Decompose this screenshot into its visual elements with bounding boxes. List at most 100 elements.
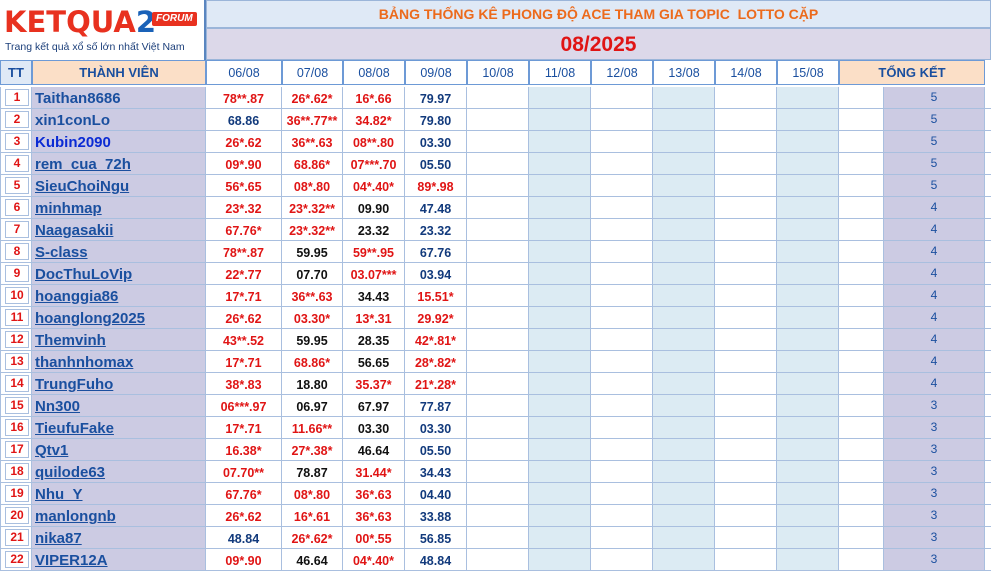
empty-cell [529,395,591,417]
empty-cell [529,373,591,395]
member-name-link[interactable]: DocThuLoVip [32,263,206,285]
result-cell: 56.65 [343,351,405,373]
total-spacer [839,417,884,439]
logo-wordmark: KETQUA2 [4,5,156,39]
table-row: 2 xin1conLo 68.86 36**.77** 34.82* 79.80 5 [0,109,991,131]
empty-cell [653,197,715,219]
row-number: 17 [5,441,29,458]
total-spacer [839,461,884,483]
row-tail [985,263,991,285]
row-number: 10 [5,287,29,304]
forum-badge: FORUM [152,12,197,26]
result-cell: 48.84 [405,549,467,571]
row-number-cell: 3 [0,131,32,153]
row-tail [985,109,991,131]
result-cell: 07***.70 [343,153,405,175]
empty-cell [467,351,529,373]
row-tail [985,285,991,307]
row-number-cell: 19 [0,483,32,505]
result-cell: 77.87 [405,395,467,417]
empty-cell [529,439,591,461]
result-cell: 03.94 [405,263,467,285]
total-count: 3 [884,549,985,571]
result-cell: 27*.38* [282,439,343,461]
total-spacer [839,219,884,241]
member-name-link[interactable]: manlongnb [32,505,206,527]
result-cell: 26*.62 [206,307,282,329]
table-row: 19 Nhu_Y 67.76* 08*.80 36*.63 04.40 3 [0,483,991,505]
result-cell: 05.50 [405,153,467,175]
empty-cell [653,241,715,263]
empty-cell [653,505,715,527]
empty-cell [777,549,839,571]
row-tail [985,373,991,395]
member-name-link[interactable]: minhmap [32,197,206,219]
member-name-link[interactable]: VIPER12A [32,549,206,571]
total-count: 3 [884,527,985,549]
member-name-link[interactable]: hoanggia86 [32,285,206,307]
row-number-cell: 14 [0,373,32,395]
row-tail [985,527,991,549]
empty-cell [777,373,839,395]
row-tail [985,549,991,571]
member-name-link[interactable]: Qtv1 [32,439,206,461]
row-number: 21 [5,529,29,546]
empty-cell [591,505,653,527]
member-name-link[interactable]: Nn300 [32,395,206,417]
empty-cell [529,417,591,439]
result-cell: 79.97 [405,87,467,109]
empty-cell [777,219,839,241]
member-name-link[interactable]: rem_cua_72h [32,153,206,175]
member-name-link[interactable]: thanhnhomax [32,351,206,373]
total-spacer [839,549,884,571]
empty-cell [529,285,591,307]
site-logo[interactable]: KETQUA2 FORUM Trang kết quả xổ số lớn nh… [0,0,206,60]
row-tail [985,153,991,175]
result-cell: 36*.63 [343,505,405,527]
total-count: 3 [884,417,985,439]
member-name-link[interactable]: xin1conLo [32,109,206,131]
member-name-link[interactable]: TrungFuho [32,373,206,395]
empty-cell [653,109,715,131]
header-date: 09/08 [405,60,467,85]
empty-cell [591,351,653,373]
result-cell: 67.97 [343,395,405,417]
member-name-link[interactable]: Kubin2090 [32,131,206,153]
logo-tagline: Trang kết quả xổ số lớn nhất Việt Nam [5,41,185,53]
member-name-link[interactable]: Nhu_Y [32,483,206,505]
result-cell: 89*.98 [405,175,467,197]
result-cell: 13*.31 [343,307,405,329]
empty-cell [467,131,529,153]
member-name-link[interactable]: hoanglong2025 [32,307,206,329]
member-name-link[interactable]: quilode63 [32,461,206,483]
member-name-link[interactable]: Themvinh [32,329,206,351]
member-name-link[interactable]: S-class [32,241,206,263]
result-cell: 28.35 [343,329,405,351]
member-name-link[interactable]: nika87 [32,527,206,549]
empty-cell [591,109,653,131]
member-name-link[interactable]: TieufuFake [32,417,206,439]
header-date: 10/08 [467,60,529,85]
empty-cell [467,153,529,175]
row-tail [985,439,991,461]
row-number: 14 [5,375,29,392]
empty-cell [467,483,529,505]
member-name-link[interactable]: SieuChoiNgu [32,175,206,197]
result-cell: 26*.62* [282,87,343,109]
empty-cell [715,87,777,109]
empty-cell [653,417,715,439]
header-date: 12/08 [591,60,653,85]
empty-cell [653,131,715,153]
row-number-cell: 12 [0,329,32,351]
result-cell: 04*.40* [343,549,405,571]
empty-cell [467,527,529,549]
empty-cell [715,285,777,307]
empty-cell [653,307,715,329]
result-cell: 26*.62 [206,131,282,153]
member-name-link[interactable]: Taithan8686 [32,87,206,109]
empty-cell [529,175,591,197]
empty-cell [591,219,653,241]
member-name-link[interactable]: Naagasakii [32,219,206,241]
empty-cell [467,285,529,307]
result-cell: 07.70 [282,263,343,285]
